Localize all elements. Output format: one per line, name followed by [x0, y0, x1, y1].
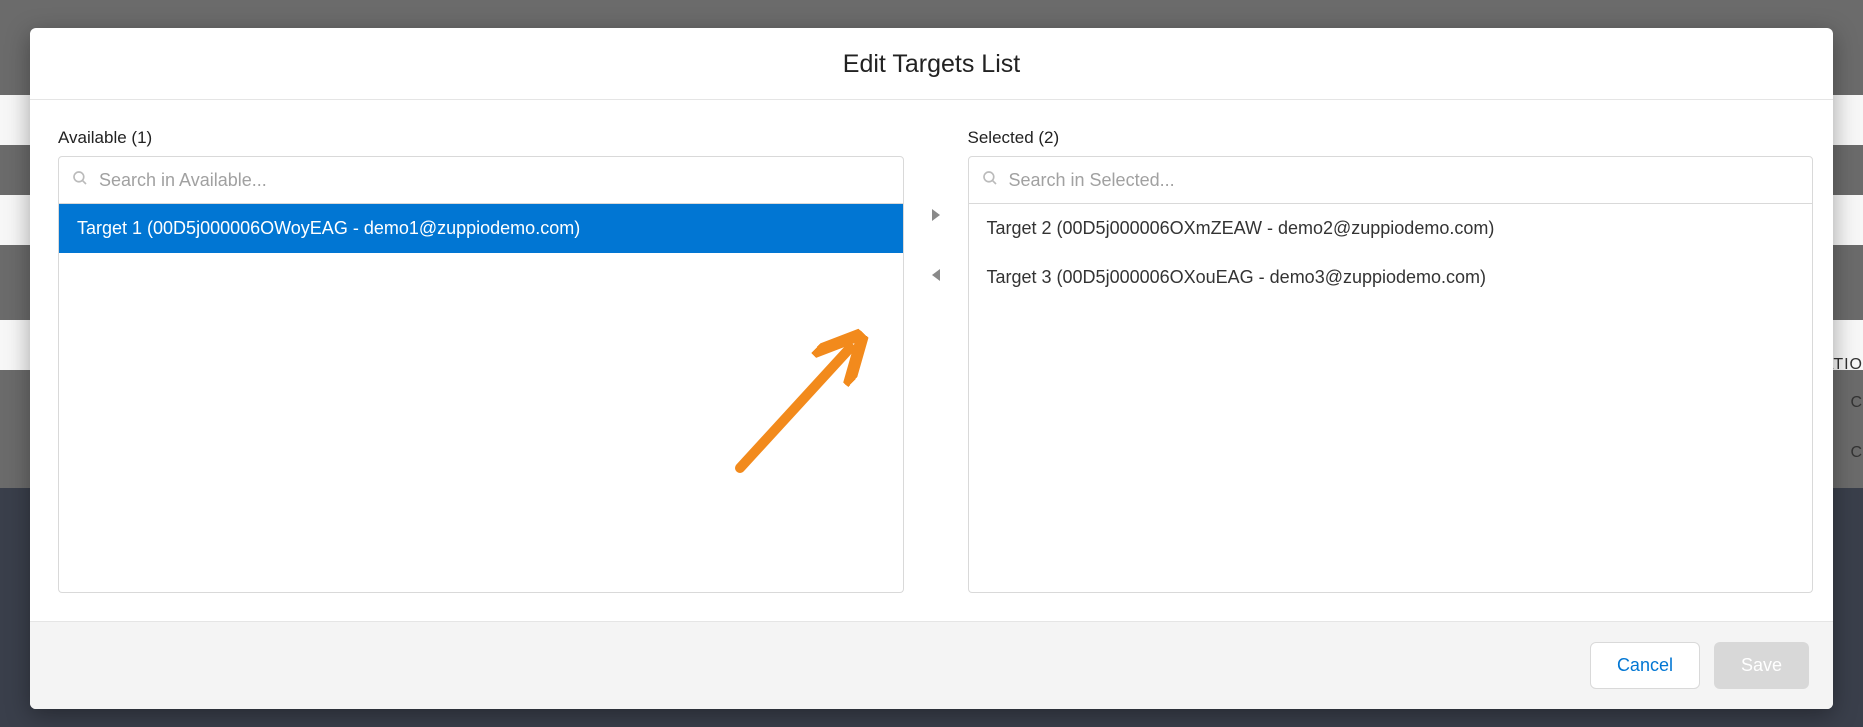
- search-icon: [71, 169, 89, 192]
- selected-search-wrap: [968, 156, 1814, 204]
- available-item[interactable]: Target 1 (00D5j000006OWoyEAG - demo1@zup…: [59, 204, 903, 253]
- modal-header: Edit Targets List: [30, 28, 1833, 100]
- save-button[interactable]: Save: [1714, 642, 1809, 689]
- background-cell: C: [1850, 444, 1863, 462]
- available-listbox[interactable]: Target 1 (00D5j000006OWoyEAG - demo1@zup…: [58, 204, 904, 593]
- selected-column: Selected (2) Target 2 (00D5j000006OXmZEA…: [968, 128, 1814, 593]
- search-icon: [981, 169, 999, 192]
- selected-item[interactable]: Target 2 (00D5j000006OXmZEAW - demo2@zup…: [969, 204, 1813, 253]
- move-left-button[interactable]: [922, 262, 950, 290]
- move-right-button[interactable]: [922, 202, 950, 230]
- edit-targets-modal: Edit Targets List Available (1) Target 1…: [30, 28, 1833, 709]
- modal-footer: Cancel Save: [30, 621, 1833, 709]
- cancel-button[interactable]: Cancel: [1590, 642, 1700, 689]
- chevron-right-icon: [930, 208, 942, 225]
- background-cell: C: [1850, 394, 1863, 412]
- chevron-left-icon: [930, 268, 942, 285]
- available-label: Available (1): [58, 128, 904, 148]
- available-column: Available (1) Target 1 (00D5j000006OWoyE…: [58, 128, 904, 593]
- available-search-wrap: [58, 156, 904, 204]
- modal-title: Edit Targets List: [50, 50, 1813, 79]
- selected-listbox[interactable]: Target 2 (00D5j000006OXmZEAW - demo2@zup…: [968, 204, 1814, 593]
- selected-item[interactable]: Target 3 (00D5j000006OXouEAG - demo3@zup…: [969, 253, 1813, 302]
- available-search-input[interactable]: [99, 170, 891, 191]
- selected-search-input[interactable]: [1009, 170, 1801, 191]
- move-buttons-column: [904, 128, 968, 593]
- selected-label: Selected (2): [968, 128, 1814, 148]
- modal-body: Available (1) Target 1 (00D5j000006OWoyE…: [30, 100, 1833, 621]
